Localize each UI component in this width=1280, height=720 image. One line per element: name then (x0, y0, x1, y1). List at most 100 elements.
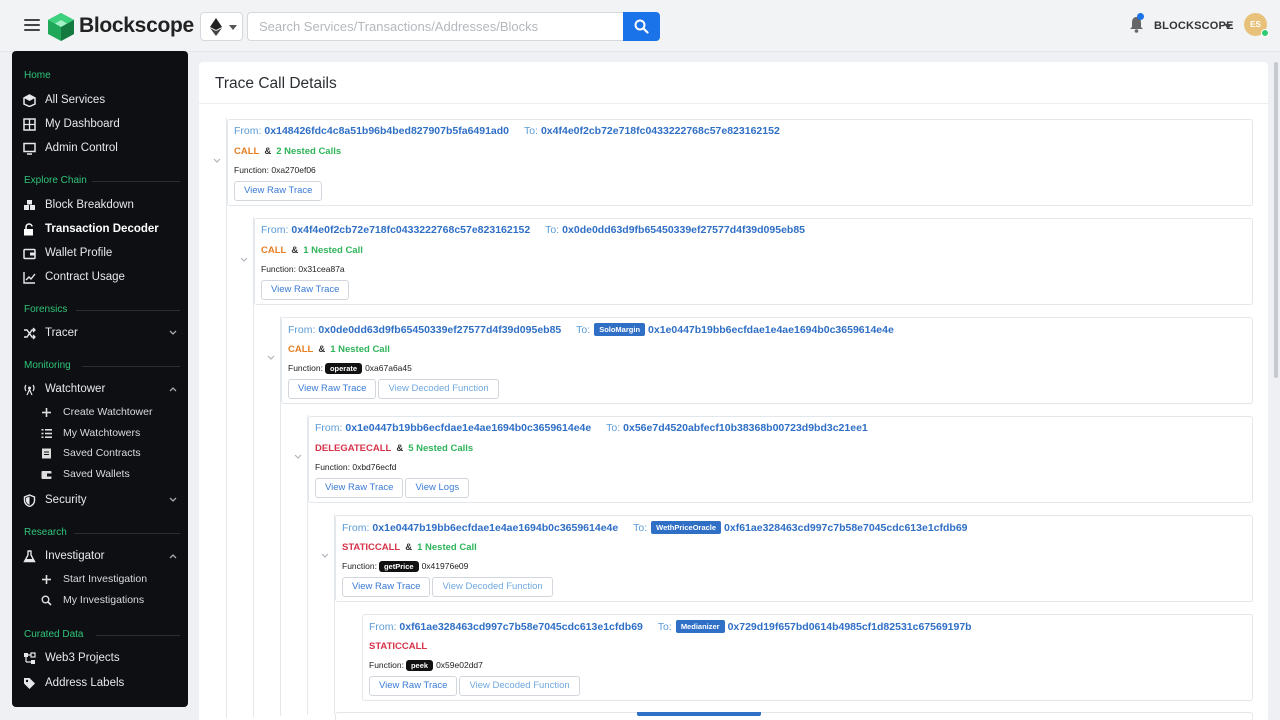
sidebar-item-all-services[interactable]: All Services (23, 92, 183, 110)
to-label: To: (576, 324, 591, 336)
sidebar-item-my-dashboard[interactable]: My Dashboard (23, 116, 183, 134)
function-label: Function: (315, 462, 350, 472)
function-label: Function: (342, 561, 377, 571)
sidebar-item-block-breakdown[interactable]: Block Breakdown (23, 197, 183, 215)
sidebar-subitem-start-investigation[interactable]: Start Investigation (41, 572, 183, 588)
sidebar-subitem-my-investigations[interactable]: My Investigations (41, 593, 183, 609)
chevron-down-icon[interactable] (320, 551, 330, 561)
sidebar-item-investigator[interactable]: Investigator (23, 548, 183, 566)
sidebar-item-label: Web3 Projects (45, 652, 120, 664)
blocks-icon (24, 200, 35, 210)
sidebar-item-web3-projects[interactable]: Web3 Projects (23, 650, 183, 668)
sidebar-subitem-saved-contracts[interactable]: Saved Contracts (41, 446, 183, 462)
tree-line (226, 118, 227, 718)
to-address[interactable]: 0xf61ae328463cd997c7b58e7045cdc613e1cfdb… (724, 522, 967, 534)
section-title-research: Research (24, 527, 67, 538)
sidebar: Home All Services My Dashboard Admin Con… (12, 51, 188, 707)
view-decoded-function-button[interactable]: View Decoded Function (378, 379, 499, 399)
view-decoded-function-button[interactable]: View Decoded Function (459, 676, 580, 696)
sidebar-item-label: Contract Usage (45, 271, 125, 283)
sidebar-item-label: Saved Wallets (63, 468, 130, 480)
section-title-forensics: Forensics (24, 304, 68, 315)
chain-select[interactable] (200, 12, 243, 41)
sidebar-subitem-saved-wallets[interactable]: Saved Wallets (41, 467, 183, 483)
logo-icon (48, 13, 74, 41)
chevron-down-icon[interactable] (239, 255, 249, 265)
nested-calls: 5 Nested Calls (408, 443, 474, 454)
sidebar-item-tracer[interactable]: Tracer (23, 325, 183, 343)
search-input[interactable] (247, 12, 623, 41)
nested-calls: 1 Nested Call (417, 542, 477, 553)
sidebar-item-label: My Dashboard (45, 118, 120, 130)
from-label: From: (234, 125, 262, 137)
view-raw-trace-button[interactable]: View Raw Trace (315, 478, 404, 498)
function-label: Function: (288, 363, 323, 373)
from-address[interactable]: 0x1e0447b19bb6ecfdae1e4ae1694b0c3659614e… (345, 422, 591, 434)
sidebar-item-label: Investigator (45, 550, 105, 562)
view-raw-trace-button[interactable]: View Raw Trace (288, 379, 377, 399)
user-menu[interactable]: BLOCKSCOPE (1154, 20, 1234, 32)
from-label: From: (261, 224, 289, 236)
sidebar-item-label: Wallet Profile (45, 247, 113, 259)
from-address[interactable]: 0x0de0dd63d9fb65450339ef27577d4f39d095eb… (318, 324, 561, 336)
sidebar-item-transaction-decoder[interactable]: Transaction Decoder (23, 221, 183, 239)
section-title-explore-chain: Explore Chain (24, 175, 87, 186)
from-address[interactable]: 0x1e0447b19bb6ecfdae1e4ae1694b0c3659614e… (372, 522, 618, 534)
trace-call-card: From: 0x1e0447b19bb6ecfdae1e4ae1694b0c365… (308, 416, 1253, 503)
view-raw-trace-button[interactable]: View Raw Trace (342, 577, 431, 597)
view-decoded-function-button[interactable]: View Decoded Function (432, 577, 553, 597)
chevron-down-icon[interactable] (293, 452, 303, 462)
to-address[interactable]: 0x1e0447b19bb6ecfdae1e4ae1694b0c3659614e… (648, 324, 894, 336)
sidebar-item-label: Tracer (45, 327, 78, 339)
sidebar-item-label: Start Investigation (63, 573, 148, 585)
sidebar-item-label: Admin Control (45, 142, 118, 154)
from-address[interactable]: 0xf61ae328463cd997c7b58e7045cdc613e1cfdb… (399, 621, 642, 633)
to-address[interactable]: 0x729d19f657bd0614b4985cf1d82531c6756919… (728, 621, 972, 633)
view-logs-button[interactable]: View Logs (405, 478, 470, 498)
from-label: From: (369, 621, 397, 633)
separator: & (264, 146, 272, 157)
chevron-down-icon[interactable] (212, 156, 222, 166)
scrollbar[interactable] (1274, 62, 1278, 378)
call-type: STATICCALL (342, 542, 401, 553)
wallet-icon (23, 248, 36, 260)
sidebar-item-security[interactable]: Security (23, 492, 183, 510)
sidebar-subitem-create-watchtower[interactable]: Create Watchtower (41, 405, 183, 421)
function-signature: 0x31cea87a (298, 264, 345, 274)
sidebar-item-contract-usage[interactable]: Contract Usage (23, 269, 183, 287)
to-label: To: (606, 422, 621, 434)
sidebar-item-label: My Investigations (63, 594, 145, 606)
sidebar-item-address-labels[interactable]: Address Labels (23, 675, 183, 693)
sidebar-subitem-my-watchtowers[interactable]: My Watchtowers (41, 426, 183, 442)
to-address[interactable]: 0x4f4e0f2cb72e718fc0433222768c57e8231621… (541, 125, 780, 137)
view-raw-trace-button[interactable]: View Raw Trace (369, 676, 458, 696)
chevron-down-icon[interactable] (1224, 24, 1232, 29)
wallet-icon (41, 471, 52, 479)
call-type: CALL (234, 146, 260, 157)
call-type: DELEGATECALL (315, 443, 392, 454)
sidebar-item-admin-control[interactable]: Admin Control (23, 140, 183, 158)
menu-icon[interactable] (24, 19, 40, 31)
view-raw-trace-button[interactable]: View Raw Trace (261, 280, 350, 300)
search-button[interactable] (623, 12, 660, 41)
sidebar-item-label: My Watchtowers (63, 427, 141, 439)
sidebar-item-label: Address Labels (45, 677, 125, 689)
divider (96, 635, 180, 636)
sidebar-item-watchtower[interactable]: Watchtower (23, 381, 183, 399)
app-name[interactable]: Blockscope (79, 14, 194, 38)
to-address[interactable]: 0x56e7d4520abfecf10b38368b00723d9bd3c21e… (623, 422, 868, 434)
list-icon (41, 429, 52, 438)
divider (74, 533, 180, 534)
unlock-icon (24, 223, 33, 236)
trace-call-card: From: 0x148426fdc4c8a51b96b4bed827907b5fa… (227, 119, 1253, 206)
sidebar-item-label: Transaction Decoder (45, 223, 159, 235)
to-address[interactable]: 0x0de0dd63d9fb65450339ef27577d4f39d095eb… (562, 224, 805, 236)
sidebar-item-wallet-profile[interactable]: Wallet Profile (23, 245, 183, 263)
from-address[interactable]: 0x4f4e0f2cb72e718fc0433222768c57e8231621… (291, 224, 530, 236)
chevron-down-icon[interactable] (266, 353, 276, 363)
from-address[interactable]: 0x148426fdc4c8a51b96b4bed827907b5fa6491a… (264, 125, 509, 137)
function-signature: 0xa67a6a45 (365, 363, 412, 373)
chevron-up-icon (169, 387, 177, 392)
view-raw-trace-button[interactable]: View Raw Trace (234, 181, 323, 201)
sidebar-item-label: All Services (45, 94, 106, 106)
